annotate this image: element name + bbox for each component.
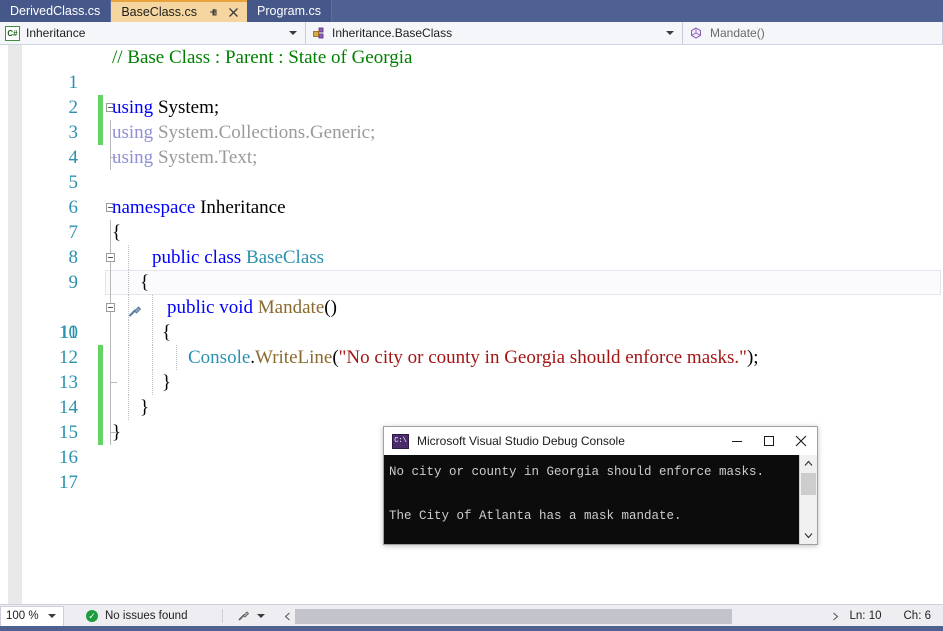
maximize-icon[interactable] xyxy=(753,427,785,455)
scroll-up-arrow-icon[interactable] xyxy=(800,455,817,472)
navbar-member-dropdown[interactable]: Mandate() xyxy=(683,22,943,44)
screwdriver-quick-actions-icon[interactable] xyxy=(80,275,141,317)
class-icon xyxy=(312,26,326,40)
code-line-8: 8 { xyxy=(0,220,943,268)
navbar-project-label: Inheritance xyxy=(26,26,86,40)
source-control-icon xyxy=(237,608,251,625)
console-title-text: Microsoft Visual Studio Debug Console xyxy=(417,434,625,448)
code-line-4: 4 using System.Collections.Generic; xyxy=(0,120,943,168)
scrollbar-track[interactable] xyxy=(295,608,828,624)
code-line-11: 11 public void Mandate() xyxy=(0,295,943,370)
current-line-highlight xyxy=(105,270,941,295)
console-title-bar[interactable]: C:\ Microsoft Visual Studio Debug Consol… xyxy=(384,427,817,455)
console-output-area[interactable]: No city or county in Georgia should enfo… xyxy=(384,455,817,544)
navbar-member-label: Mandate() xyxy=(710,26,765,40)
fold-collapse-icon[interactable] xyxy=(106,303,115,312)
status-bar: 100 % ✓ No issues found Ln: 10 Ch: 6 xyxy=(0,604,943,627)
navbar-type-dropdown[interactable]: Inheritance.BaseClass xyxy=(306,22,683,44)
zoom-level-dropdown[interactable]: 100 % xyxy=(0,605,64,627)
chevron-down-icon[interactable] xyxy=(257,614,266,618)
navbar-type-label: Inheritance.BaseClass xyxy=(332,26,453,40)
source-control-button[interactable] xyxy=(237,608,266,625)
csharp-file-icon: C# xyxy=(5,25,20,41)
code-line-7: 7 namespace Inheritance xyxy=(0,195,943,243)
zoom-level-value: 100 % xyxy=(6,610,39,622)
scroll-left-arrow-icon[interactable] xyxy=(279,607,296,625)
code-line-15: 15 } xyxy=(0,395,943,443)
code-line-10: 10 { xyxy=(0,270,943,395)
tab-derivedclass-cs[interactable]: DerivedClass.cs xyxy=(0,0,112,22)
console-app-icon: C:\ xyxy=(392,433,409,449)
code-line-12: 12 { xyxy=(0,320,943,395)
tab-program-cs[interactable]: Program.cs xyxy=(247,0,332,22)
code-line-5: 5 using System.Text; xyxy=(0,145,943,193)
pin-icon[interactable] xyxy=(207,7,220,18)
line-number: 17 xyxy=(59,472,78,493)
tab-label: DerivedClass.cs xyxy=(10,4,101,18)
visual-studio-window: DerivedClass.cs BaseClass.cs Program.cs … xyxy=(0,0,943,631)
scroll-down-arrow-icon[interactable] xyxy=(800,527,817,544)
issues-status-label: No issues found xyxy=(105,610,188,622)
tab-label: BaseClass.cs xyxy=(121,5,198,19)
tab-baseclass-cs[interactable]: BaseClass.cs xyxy=(111,0,248,22)
check-circle-icon: ✓ xyxy=(86,610,98,622)
chevron-down-icon[interactable] xyxy=(666,31,674,35)
code-line-3: 3 using System; xyxy=(0,95,943,143)
close-icon[interactable] xyxy=(785,427,817,455)
chevron-down-icon[interactable] xyxy=(48,614,56,618)
minimize-icon[interactable] xyxy=(721,427,753,455)
scrollbar-thumb[interactable] xyxy=(295,608,732,624)
window-bottom-strip xyxy=(0,626,943,631)
scrollbar-thumb[interactable] xyxy=(801,473,816,495)
console-output-text: No city or county in Georgia should enfo… xyxy=(389,465,765,523)
editor-tab-bar: DerivedClass.cs BaseClass.cs Program.cs xyxy=(0,0,943,22)
close-icon[interactable] xyxy=(227,7,240,18)
scroll-right-arrow-icon[interactable] xyxy=(827,607,844,625)
tab-label: Program.cs xyxy=(257,4,321,18)
code-line-2: 2 xyxy=(0,70,943,145)
code-line-9: 9 public class BaseClass xyxy=(0,245,943,293)
navigation-breadcrumb-bar: C# Inheritance Inheritance.BaseClass Man… xyxy=(0,22,943,45)
fold-collapse-icon[interactable] xyxy=(106,253,115,262)
code-comment: // Base Class : Parent : State of Georgi… xyxy=(112,47,413,68)
debug-console-window[interactable]: C:\ Microsoft Visual Studio Debug Consol… xyxy=(383,426,818,545)
method-icon xyxy=(689,26,703,40)
status-divider xyxy=(222,609,224,623)
code-line-6: 6 xyxy=(0,170,943,218)
code-line-13: 13 Console.WriteLine("No city or county … xyxy=(0,345,943,420)
line-indicator: Ln: 10 xyxy=(849,610,882,622)
horizontal-scrollbar[interactable] xyxy=(279,607,844,625)
code-line-14: 14 } xyxy=(0,370,943,445)
navbar-project-dropdown[interactable]: C# Inheritance xyxy=(0,22,306,44)
column-indicator: Ch: 6 xyxy=(903,610,932,622)
console-vertical-scrollbar[interactable] xyxy=(799,455,817,544)
chevron-down-icon[interactable] xyxy=(289,31,297,35)
caret-position-group: Ln: 10 Ch: 6 xyxy=(850,610,931,622)
code-line-1: 1 // Base Class : Parent : State of Geor… xyxy=(0,45,943,120)
